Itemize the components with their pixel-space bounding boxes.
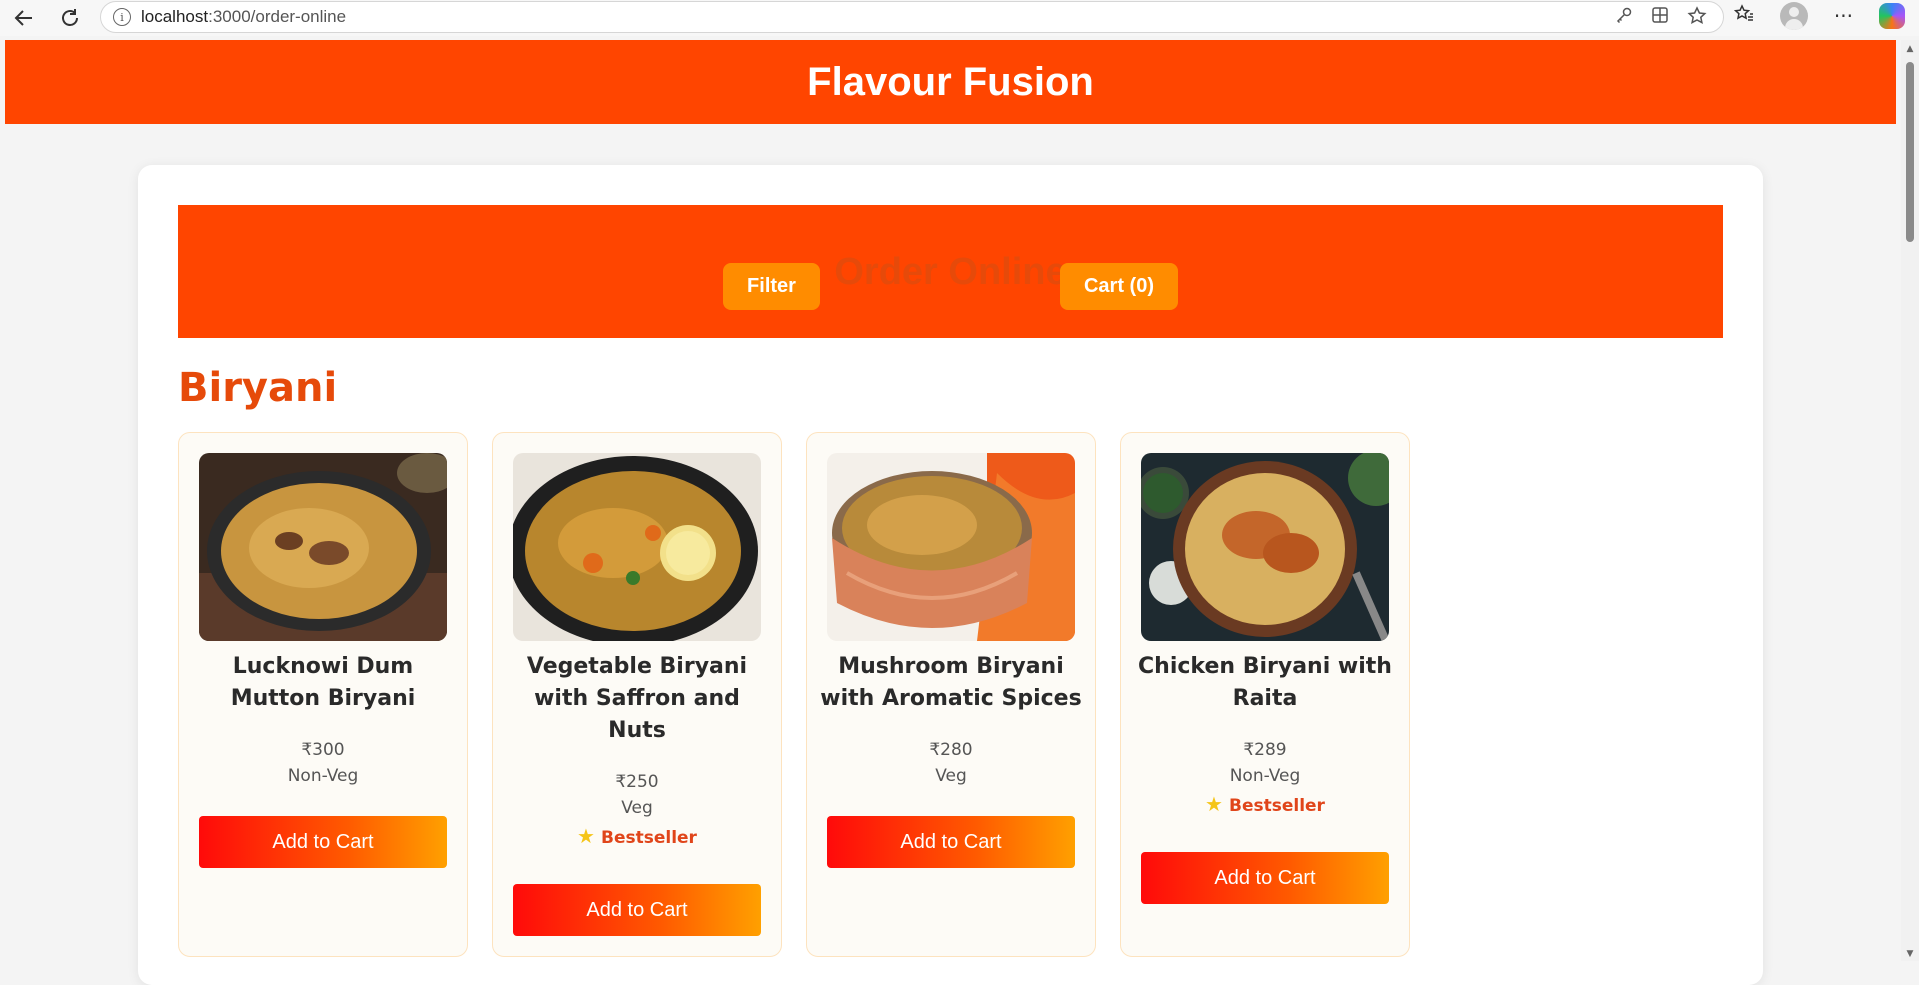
page-scrollbar[interactable]: ▲ ▼ <box>1901 40 1919 961</box>
product-image <box>513 453 761 641</box>
product-price: ₹250 <box>615 772 659 792</box>
favorite-star-icon[interactable] <box>1687 6 1707 31</box>
product-name: Lucknowi Dum Mutton Biryani <box>230 654 416 711</box>
profile-avatar-icon[interactable] <box>1779 2 1808 30</box>
back-icon[interactable] <box>6 3 42 33</box>
favorites-list-icon[interactable] <box>1733 3 1754 29</box>
bestseller-badge: ★ Bestseller <box>493 824 781 848</box>
star-icon: ★ <box>1205 792 1223 816</box>
add-to-cart-button[interactable]: Add to Cart <box>513 884 761 936</box>
product-price: ₹300 <box>301 740 345 760</box>
menu-panel: Order Online Filter Cart (0) Biryani Luc… <box>138 165 1763 985</box>
order-online-bar: Order Online Filter Cart (0) <box>178 205 1723 338</box>
scroll-thumb[interactable] <box>1906 62 1914 242</box>
add-to-cart-button[interactable]: Add to Cart <box>199 816 447 868</box>
add-to-cart-button[interactable]: Add to Cart <box>827 816 1075 868</box>
site-info-icon[interactable]: i <box>113 8 131 26</box>
scroll-down-arrow-icon[interactable]: ▼ <box>1905 949 1915 959</box>
site-header: Flavour Fusion <box>5 40 1896 124</box>
bestseller-badge: ★ Bestseller <box>1121 792 1409 816</box>
category-title: Biryani <box>178 365 338 411</box>
product-name: Vegetable Biryani with Saffron and Nuts <box>526 654 748 743</box>
site-title: Flavour Fusion <box>807 59 1094 104</box>
product-price: ₹289 <box>1243 740 1287 760</box>
product-card: Lucknowi Dum Mutton Biryani ₹300 Non-Veg… <box>178 432 468 957</box>
url-path: :3000/order-online <box>208 7 347 26</box>
address-bar[interactable]: i localhost:3000/order-online <box>100 1 1724 33</box>
product-name: Mushroom Biryani with Aromatic Spices <box>820 654 1082 711</box>
star-icon: ★ <box>577 824 595 848</box>
app-grid-icon[interactable] <box>1651 6 1669 31</box>
key-icon[interactable] <box>1615 6 1633 31</box>
product-card: Chicken Biryani with Raita ₹289 Non-Veg … <box>1120 432 1410 957</box>
product-image <box>199 453 447 641</box>
product-name: Chicken Biryani with Raita <box>1138 654 1392 711</box>
scroll-up-arrow-icon[interactable]: ▲ <box>1905 44 1915 54</box>
cart-button[interactable]: Cart (0) <box>1060 263 1178 310</box>
copilot-icon[interactable] <box>1879 3 1905 29</box>
product-diet-type: Veg <box>935 766 967 786</box>
product-price: ₹280 <box>929 740 973 760</box>
url-host: localhost <box>141 7 209 26</box>
more-menu-icon[interactable]: ··· <box>1834 4 1853 28</box>
reload-icon[interactable] <box>52 3 88 33</box>
order-online-title: Order Online <box>834 251 1067 293</box>
badge-label: Bestseller <box>600 828 697 848</box>
product-diet-type: Non-Veg <box>1229 766 1301 786</box>
browser-toolbar: i localhost:3000/order-online ··· <box>0 0 1919 36</box>
badge-label: Bestseller <box>1228 796 1325 816</box>
filter-button[interactable]: Filter <box>723 263 820 310</box>
product-card: Vegetable Biryani with Saffron and Nuts … <box>492 432 782 957</box>
product-diet-type: Veg <box>621 798 653 818</box>
product-diet-type: Non-Veg <box>287 766 359 786</box>
product-image <box>827 453 1075 641</box>
product-image <box>1141 453 1389 641</box>
product-card: Mushroom Biryani with Aromatic Spices ₹2… <box>806 432 1096 957</box>
add-to-cart-button[interactable]: Add to Cart <box>1141 852 1389 904</box>
